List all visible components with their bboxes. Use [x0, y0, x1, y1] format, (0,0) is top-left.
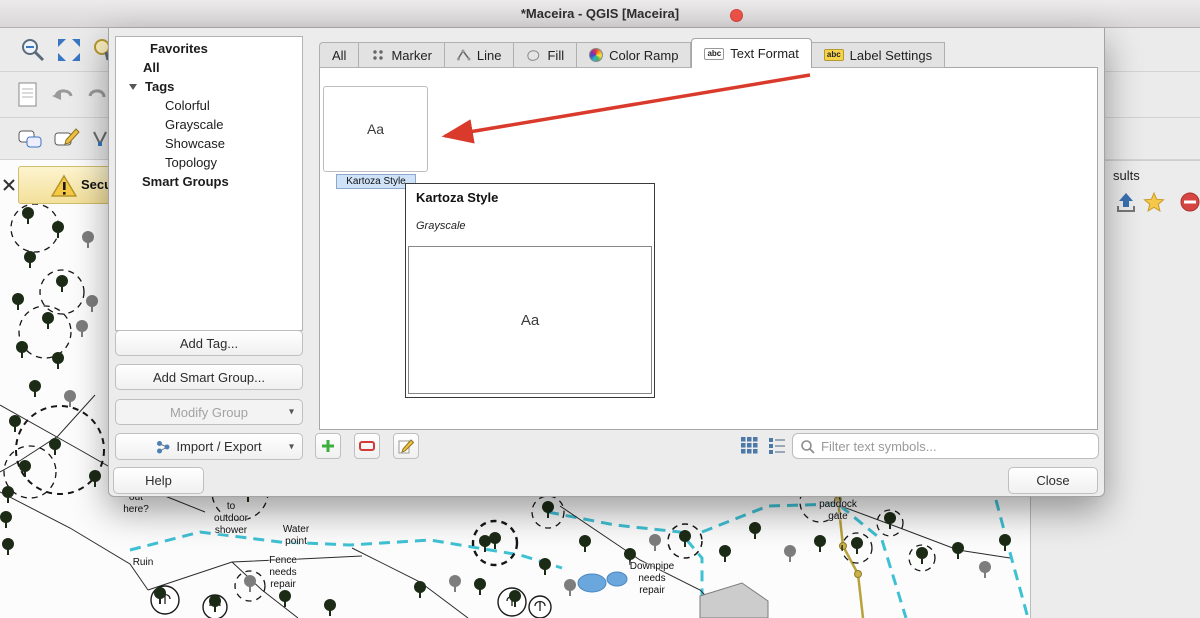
text-format-icon: abc: [704, 48, 724, 60]
add-smart-group-label: Add Smart Group...: [153, 370, 265, 385]
remove-item-button[interactable]: [354, 433, 380, 459]
tab-label: Line: [477, 48, 502, 63]
tree-item-tags[interactable]: Tags: [116, 77, 302, 96]
pencil-icon: [398, 438, 414, 454]
chevron-down-icon: ▾: [289, 407, 294, 418]
plus-icon: [321, 439, 335, 453]
grid-icon: [740, 436, 758, 454]
close-panel-icon[interactable]: [2, 178, 16, 192]
vertex-tool-icon[interactable]: [92, 126, 108, 152]
tab-label-settings[interactable]: abc Label Settings: [812, 42, 945, 68]
tree-item-grayscale[interactable]: Grayscale: [116, 115, 302, 134]
modify-group-label: Modify Group: [170, 405, 248, 420]
window-close-button[interactable]: [730, 9, 743, 22]
undo-icon[interactable]: [50, 83, 76, 107]
tree-item-label: Favorites: [150, 41, 208, 56]
zoom-full-icon[interactable]: [56, 37, 82, 63]
tree-item-label: Colorful: [165, 98, 210, 113]
item-label[interactable]: Kartoza Style: [336, 174, 416, 189]
text-format-item[interactable]: Aa: [323, 86, 428, 172]
import-export-label: Import / Export: [176, 439, 261, 454]
tree-item-smart-groups[interactable]: Smart Groups: [116, 172, 302, 191]
item-preview-text: Aa: [367, 121, 384, 137]
chevron-down-icon: ▾: [289, 441, 294, 452]
tree-item-label: Smart Groups: [142, 174, 229, 189]
label-settings-icon: abc: [824, 49, 844, 61]
tooltip-title: Kartoza Style: [416, 190, 498, 205]
tree-item-showcase[interactable]: Showcase: [116, 134, 302, 153]
tree-item-favorites[interactable]: Favorites: [116, 39, 302, 58]
tree-item-label: All: [143, 60, 160, 75]
list-view-button[interactable]: [764, 432, 790, 458]
tab-label: Label Settings: [850, 48, 932, 63]
add-smart-group-button[interactable]: Add Smart Group...: [115, 364, 303, 390]
tab-color-ramp[interactable]: Color Ramp: [577, 42, 691, 68]
title-bar: *Maceira - QGIS [Maceira]: [0, 0, 1200, 28]
line-icon: [457, 48, 471, 62]
add-item-button[interactable]: [315, 433, 341, 459]
tree-item-label: Topology: [165, 155, 217, 170]
tab-bar: All Marker Line Fill: [319, 38, 945, 68]
results-panel-title: sults: [1113, 168, 1140, 183]
load-results-icon[interactable]: [1115, 191, 1137, 213]
move-feature-icon[interactable]: [16, 126, 44, 152]
help-label: Help: [145, 473, 172, 488]
warning-icon: [51, 174, 77, 198]
tab-label: Color Ramp: [609, 48, 678, 63]
edit-feature-icon[interactable]: [52, 126, 80, 152]
copy-icon[interactable]: [16, 81, 40, 109]
tab-fill[interactable]: Fill: [514, 42, 577, 68]
tooltip-tag: Grayscale: [416, 220, 466, 232]
tree-item-label: Showcase: [165, 136, 225, 151]
tooltip-preview-text: Aa: [521, 312, 539, 329]
zoom-out-icon[interactable]: [20, 37, 46, 63]
tab-all[interactable]: All: [319, 42, 359, 68]
star-icon[interactable]: [1143, 191, 1165, 213]
tree-item-topology[interactable]: Topology: [116, 153, 302, 172]
tree-item-colorful[interactable]: Colorful: [116, 96, 302, 115]
group-tree: Favorites All Tags Colorful Grayscale Sh…: [115, 36, 303, 331]
tree-item-label: Grayscale: [165, 117, 224, 132]
import-export-button[interactable]: Import / Export ▾: [115, 433, 303, 460]
search-icon: [800, 439, 816, 455]
add-tag-button[interactable]: Add Tag...: [115, 330, 303, 356]
window-title: *Maceira - QGIS [Maceira]: [521, 6, 679, 21]
clear-results-icon[interactable]: [1179, 191, 1200, 213]
tab-label: All: [332, 48, 346, 63]
filter-field: [792, 433, 1099, 459]
close-button[interactable]: Close: [1008, 467, 1098, 494]
tab-label: Text Format: [730, 46, 799, 61]
tab-marker[interactable]: Marker: [359, 42, 444, 68]
tree-item-all[interactable]: All: [116, 58, 302, 77]
zoom-selection-icon[interactable]: [92, 37, 108, 63]
help-button[interactable]: Help: [113, 467, 204, 494]
marker-icon: [371, 48, 385, 62]
add-tag-label: Add Tag...: [180, 336, 238, 351]
tab-label: Marker: [391, 48, 431, 63]
edit-item-button[interactable]: [393, 433, 419, 459]
tooltip-preview: Aa: [408, 246, 652, 394]
fill-icon: [526, 48, 541, 62]
item-tooltip: Kartoza Style Grayscale Aa: [405, 183, 655, 398]
screen: outhere?tooutdoorshowerWaterpointFencene…: [0, 0, 1200, 618]
tab-line[interactable]: Line: [445, 42, 515, 68]
tree-item-label: Tags: [145, 79, 174, 94]
tab-text-format[interactable]: abc Text Format: [691, 38, 811, 68]
share-icon: [156, 440, 170, 454]
list-icon: [768, 436, 786, 454]
color-ramp-icon: [589, 48, 603, 62]
filter-input[interactable]: [821, 435, 1091, 457]
icon-view-button[interactable]: [736, 432, 762, 458]
minus-icon: [359, 440, 375, 452]
tree-expander-icon[interactable]: [129, 84, 137, 90]
close-label: Close: [1036, 473, 1069, 488]
modify-group-button[interactable]: Modify Group ▾: [115, 399, 303, 425]
redo-icon[interactable]: [88, 83, 108, 107]
tab-label: Fill: [547, 48, 564, 63]
